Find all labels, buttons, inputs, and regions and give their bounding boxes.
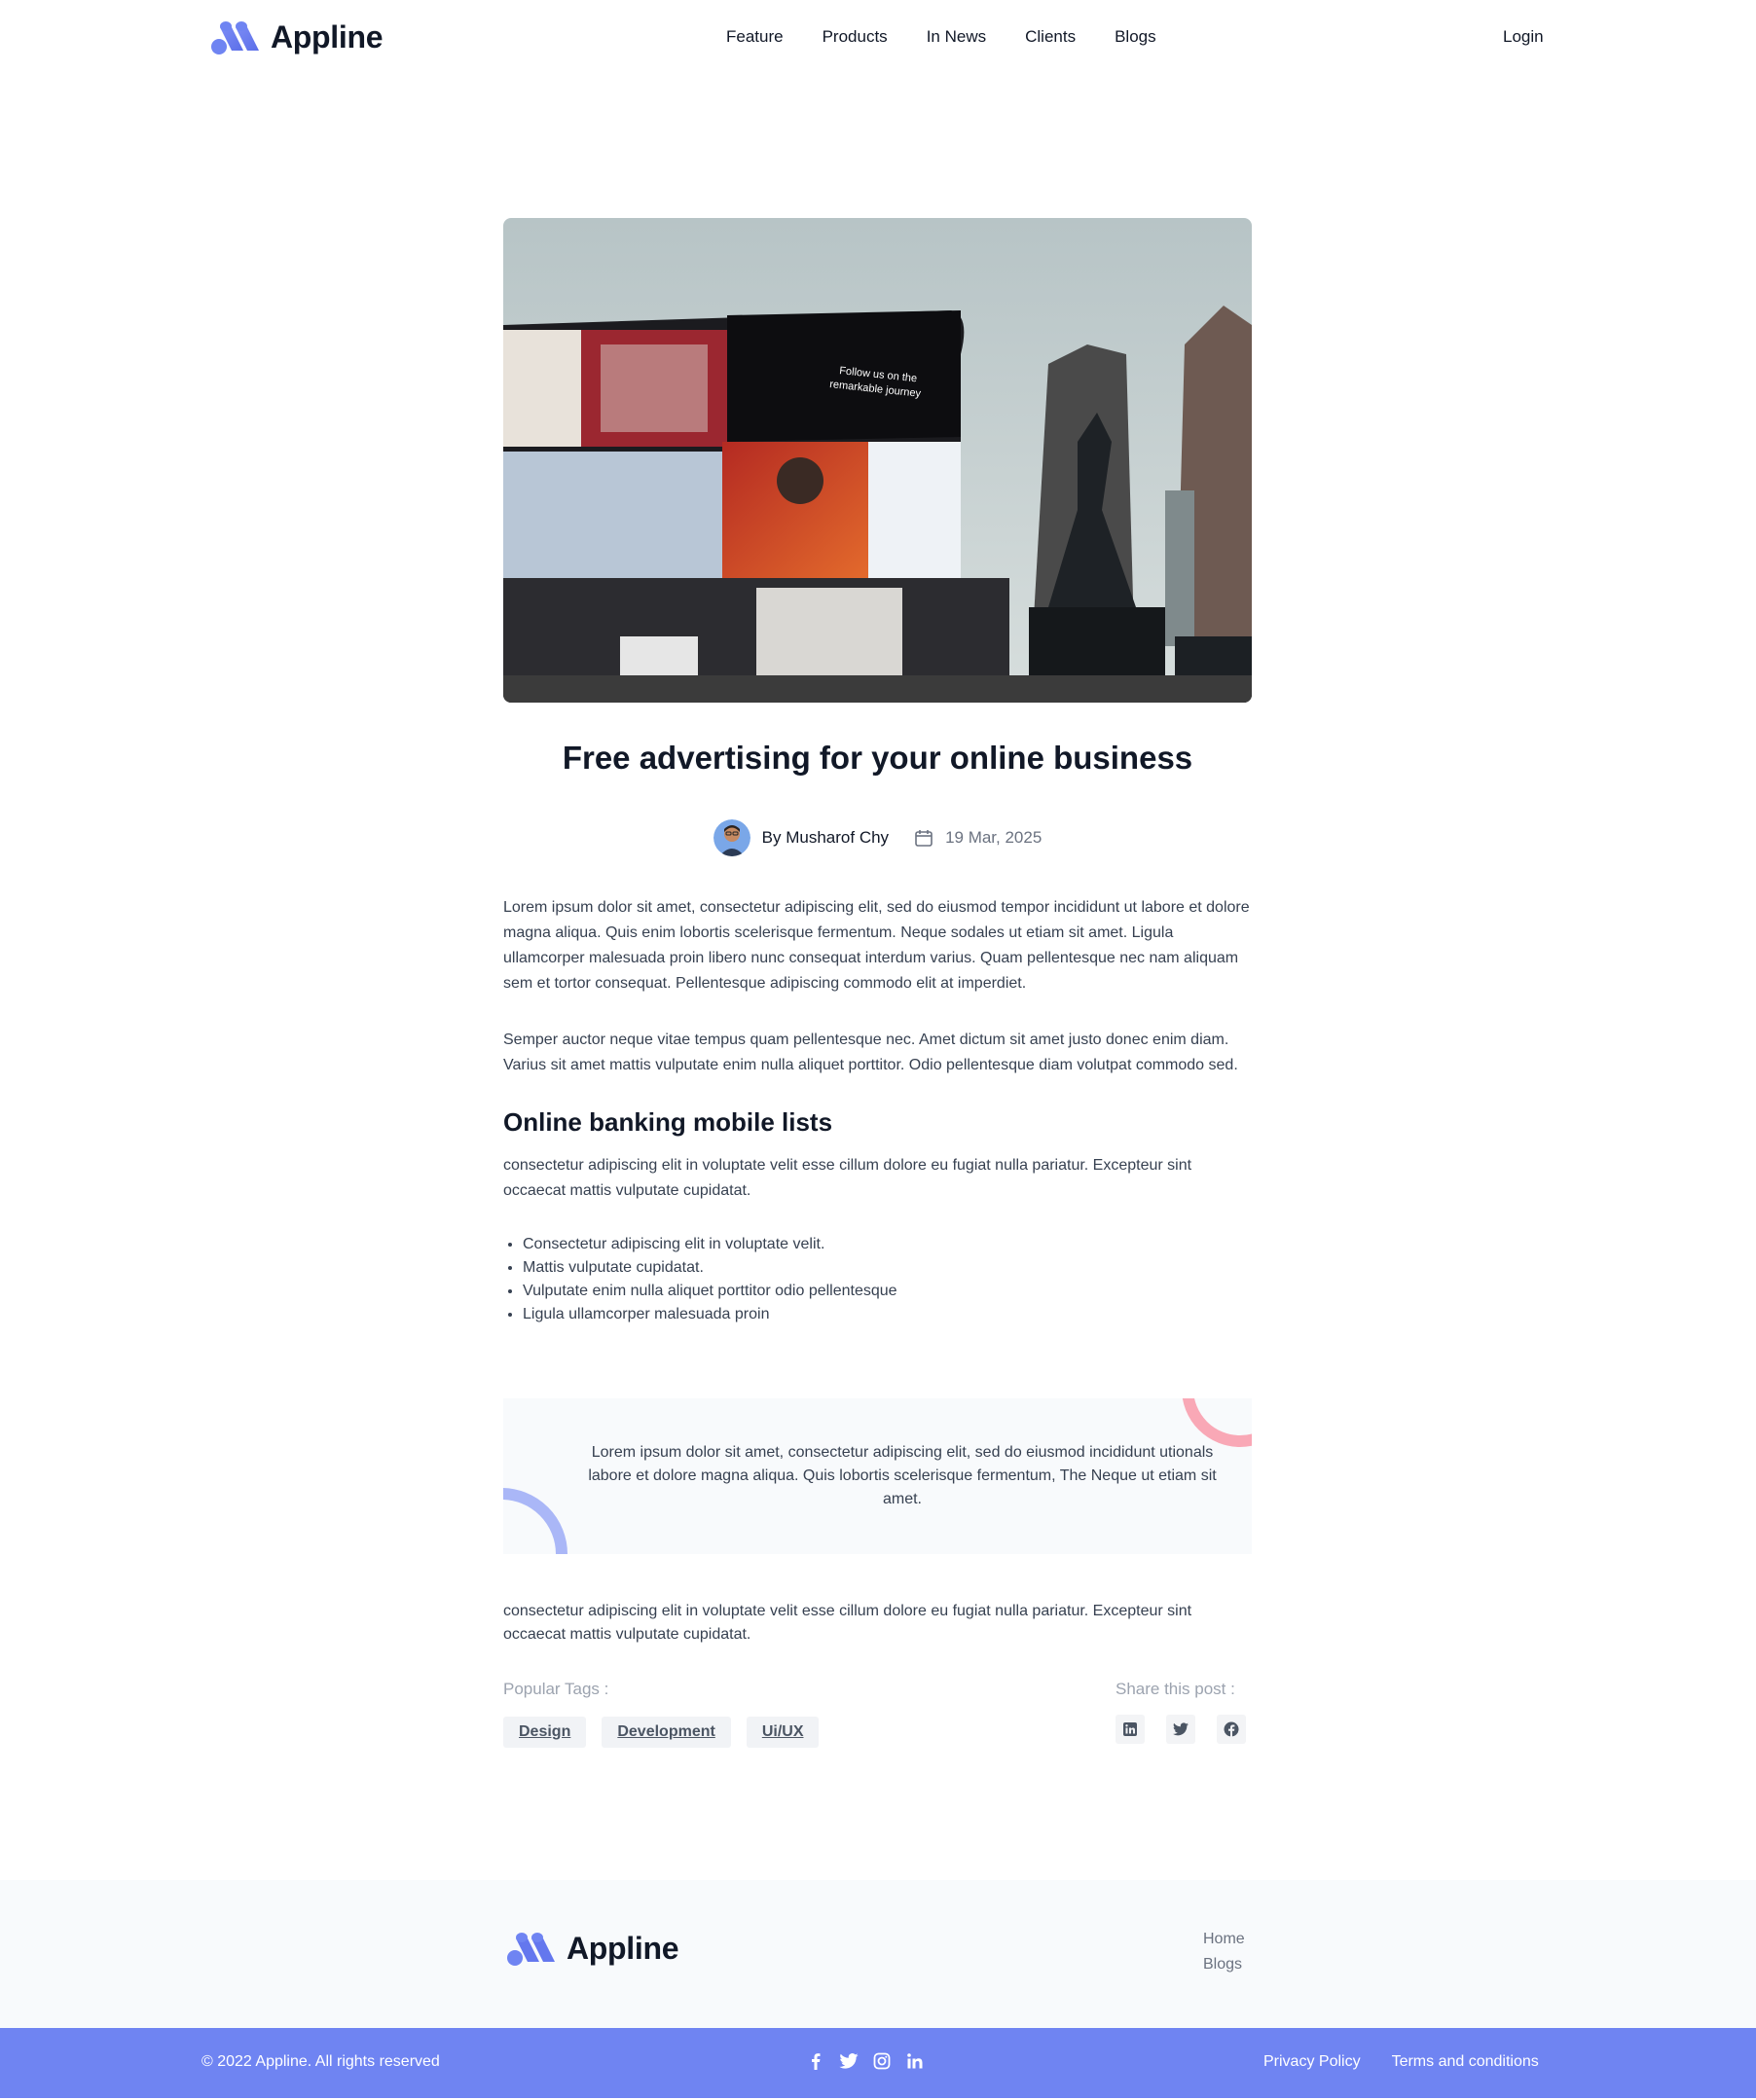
facebook-icon bbox=[1224, 1721, 1239, 1737]
tag-design[interactable]: Design bbox=[503, 1717, 587, 1748]
paragraph: Lorem ipsum dolor sit amet, consectetur … bbox=[503, 899, 1250, 992]
footer-link-home[interactable]: Home bbox=[1203, 1931, 1245, 1948]
share-buttons bbox=[1116, 1715, 1246, 1744]
site-header: Appline Feature Products In News Clients… bbox=[0, 0, 1756, 78]
share-twitter-button[interactable] bbox=[1166, 1715, 1195, 1744]
footer-brand-logo-link[interactable]: Appline bbox=[506, 1929, 679, 1968]
login-link[interactable]: Login bbox=[1503, 27, 1544, 47]
legal-links: Privacy Policy Terms and conditions bbox=[1263, 2053, 1539, 2071]
article-meta: By Musharof Chy 19 Mar, 2025 bbox=[503, 819, 1252, 856]
brand-logo-link[interactable]: Appline bbox=[210, 18, 384, 56]
hero-image: Follow us on the remarkable journey bbox=[503, 218, 1252, 703]
twitter-icon bbox=[839, 2051, 859, 2071]
article-body: Lorem ipsum dolor sit amet, consectetur … bbox=[503, 895, 1252, 1326]
tag-development[interactable]: Development bbox=[602, 1717, 731, 1748]
footer-bottom-bar: © 2022 Appline. All rights reserved Priv… bbox=[0, 2028, 1756, 2098]
share-linkedin-button[interactable] bbox=[1116, 1715, 1145, 1744]
privacy-policy-link[interactable]: Privacy Policy bbox=[1263, 2053, 1361, 2071]
appline-logo-icon bbox=[211, 21, 259, 54]
social-facebook-link[interactable] bbox=[806, 2051, 825, 2071]
footer-link-blogs[interactable]: Blogs bbox=[1203, 1956, 1245, 1973]
brand-name: Appline bbox=[567, 1930, 679, 1966]
share-facebook-button[interactable] bbox=[1217, 1715, 1246, 1744]
social-twitter-link[interactable] bbox=[839, 2051, 859, 2071]
author-info: By Musharof Chy bbox=[713, 819, 889, 856]
social-links bbox=[806, 2051, 925, 2071]
author-name: By Musharof Chy bbox=[761, 828, 890, 847]
list-item: Mattis vulputate cupidatat. bbox=[523, 1256, 1252, 1280]
avatar bbox=[713, 819, 750, 856]
tag-uiux[interactable]: Ui/UX bbox=[746, 1717, 820, 1748]
footer-links: Home Blogs bbox=[1203, 1931, 1245, 1973]
appline-logo-icon bbox=[507, 1933, 555, 1966]
decorative-ring bbox=[1182, 1398, 1252, 1447]
nav-item-products[interactable]: Products bbox=[823, 27, 888, 47]
terms-link[interactable]: Terms and conditions bbox=[1392, 2053, 1539, 2071]
list-item: Consectetur adipiscing elit in voluptate… bbox=[523, 1233, 1252, 1256]
list-item: Ligula ullamcorper malesuada proin bbox=[523, 1303, 1252, 1326]
facebook-icon bbox=[806, 2051, 825, 2071]
publish-date: 19 Mar, 2025 bbox=[914, 828, 1042, 848]
copyright-text: © 2022 Appline. All rights reserved bbox=[201, 2053, 440, 2070]
decorative-ring bbox=[503, 1488, 567, 1554]
share-label: Share this post : bbox=[1116, 1680, 1235, 1698]
paragraph: consectetur adipiscing elit in voluptate… bbox=[503, 1603, 1192, 1643]
paragraph: Semper auctor neque vitae tempus quam pe… bbox=[503, 1032, 1238, 1073]
article-title: Free advertising for your online busines… bbox=[562, 740, 1193, 776]
blockquote: Lorem ipsum dolor sit amet, consectetur … bbox=[503, 1398, 1252, 1554]
paragraph: consectetur adipiscing elit in voluptate… bbox=[503, 1157, 1192, 1199]
twitter-icon bbox=[1173, 1722, 1189, 1736]
nav-item-in-news[interactable]: In News bbox=[927, 27, 986, 47]
social-instagram-link[interactable] bbox=[872, 2051, 892, 2071]
nav-item-clients[interactable]: Clients bbox=[1025, 27, 1076, 47]
nav-item-blogs[interactable]: Blogs bbox=[1115, 27, 1156, 47]
quote-text: Lorem ipsum dolor sit amet, consectetur … bbox=[588, 1444, 1217, 1507]
linkedin-icon bbox=[905, 2051, 925, 2071]
linkedin-icon bbox=[1123, 1722, 1137, 1736]
nav-item-feature[interactable]: Feature bbox=[726, 27, 784, 47]
bullet-list: Consectetur adipiscing elit in voluptate… bbox=[523, 1233, 1252, 1326]
brand-name: Appline bbox=[271, 18, 384, 54]
list-item: Vulputate enim nulla aliquet porttitor o… bbox=[523, 1280, 1252, 1303]
tag-list: Design Development Ui/UX bbox=[503, 1717, 820, 1748]
social-linkedin-link[interactable] bbox=[905, 2051, 925, 2071]
date-text: 19 Mar, 2025 bbox=[945, 828, 1043, 847]
section-heading: Online banking mobile lists bbox=[503, 1107, 833, 1137]
tags-label: Popular Tags : bbox=[503, 1680, 609, 1698]
main-nav: Feature Products In News Clients Blogs bbox=[726, 27, 1156, 47]
instagram-icon bbox=[872, 2051, 892, 2071]
site-footer: Appline Home Blogs bbox=[0, 1880, 1756, 2028]
calendar-icon bbox=[915, 830, 933, 847]
